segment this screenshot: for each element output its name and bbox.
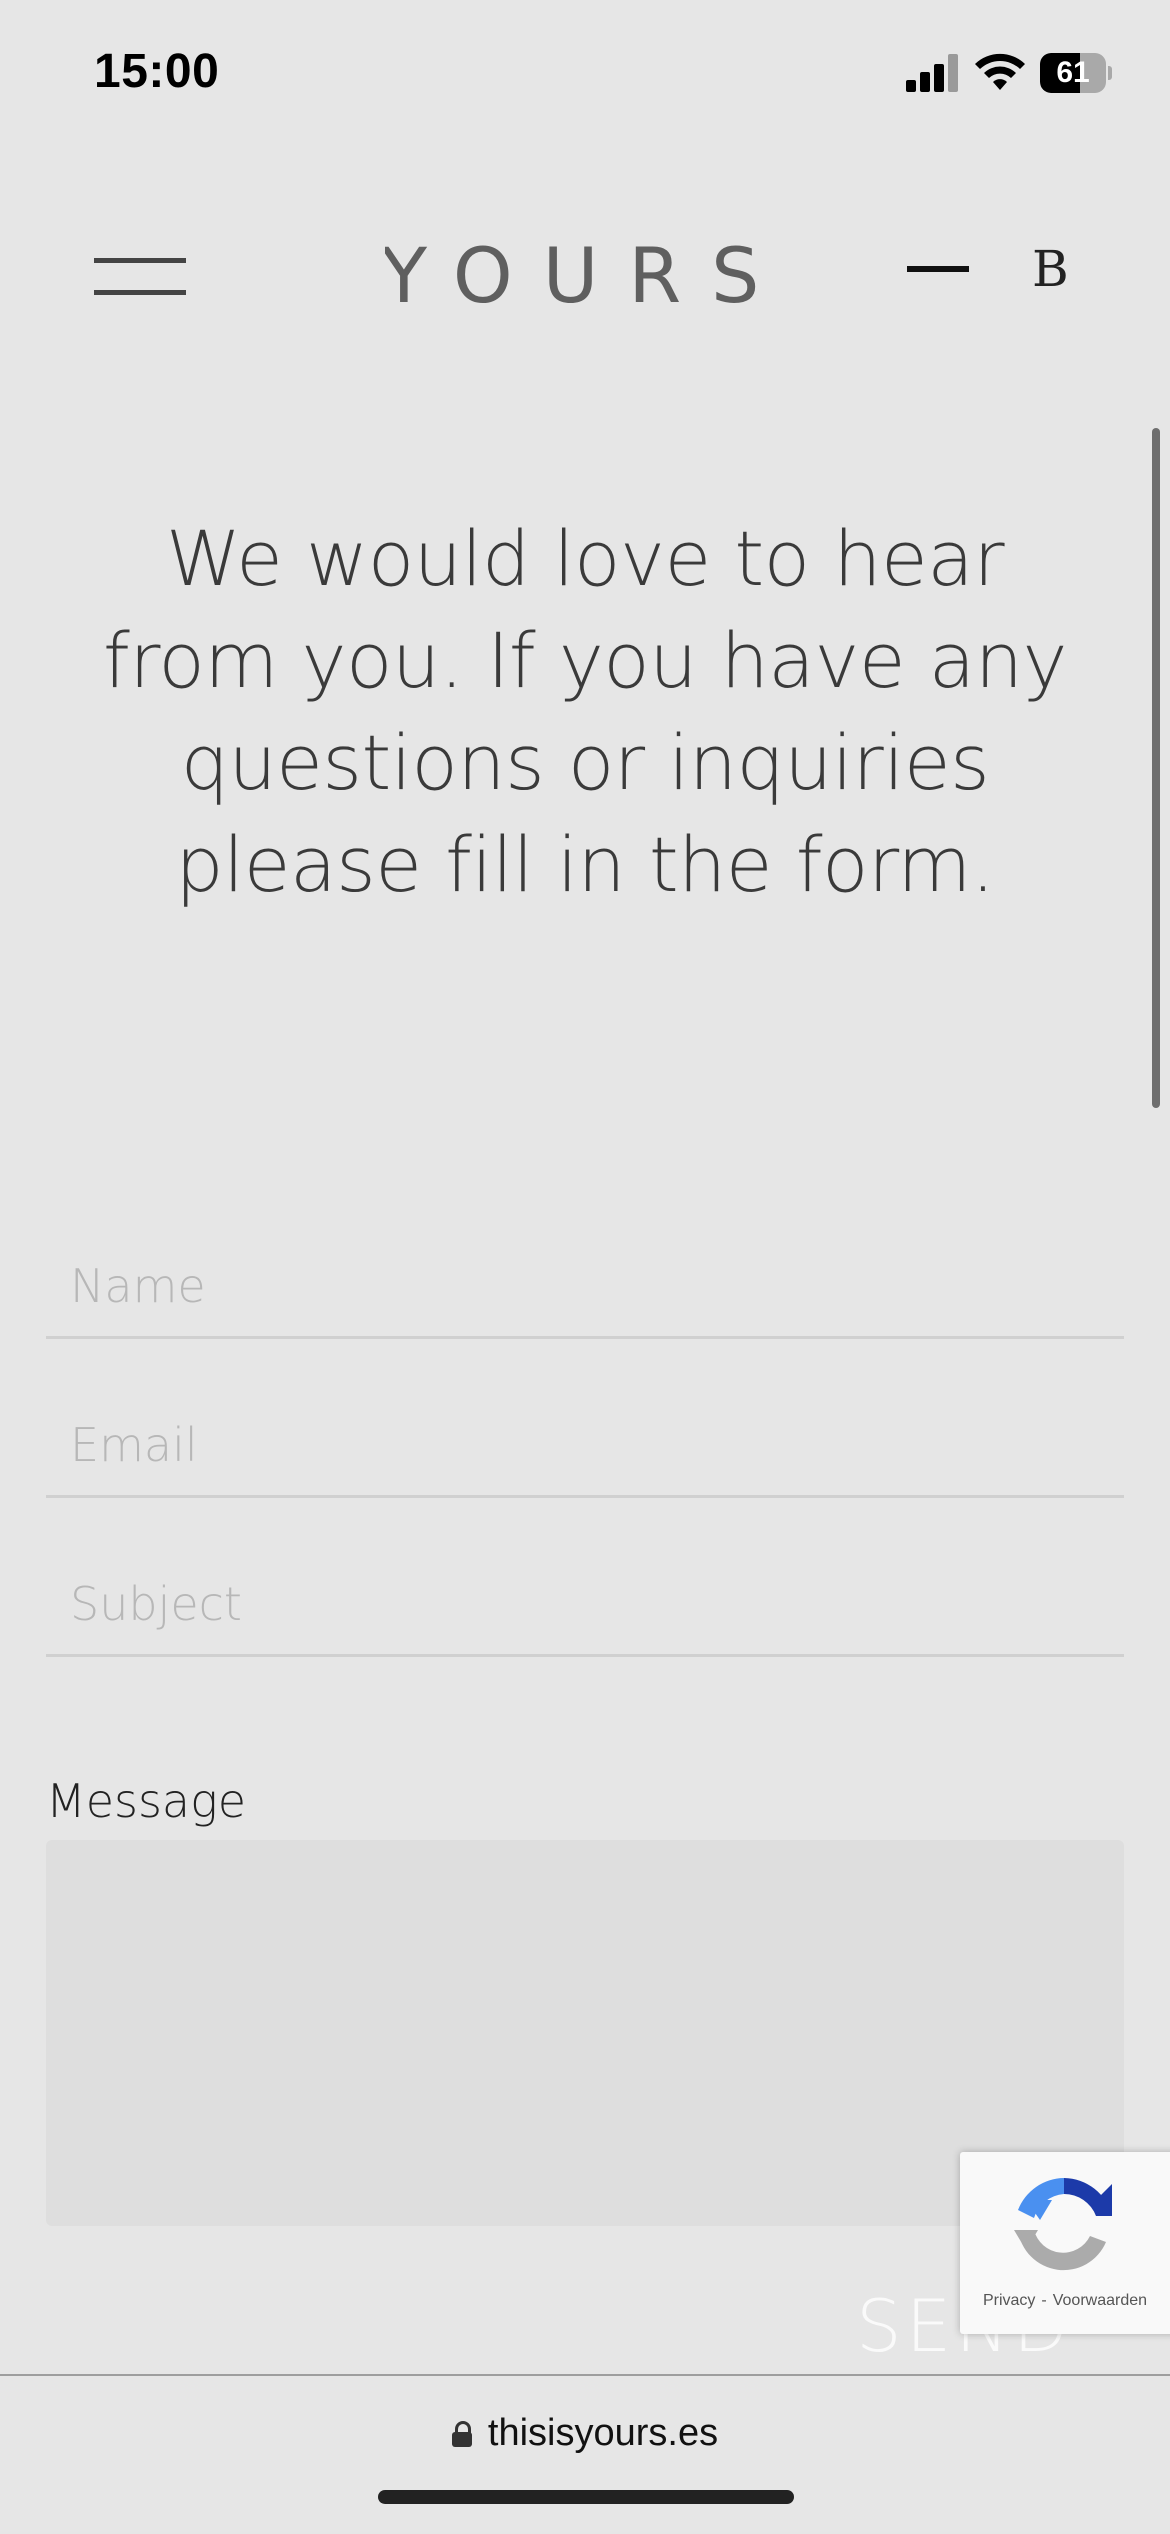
recaptcha-privacy-link[interactable]: Privacy [983, 2292, 1035, 2309]
address-field[interactable]: thisisyours.es [0, 2412, 1170, 2455]
home-indicator[interactable] [378, 2490, 794, 2504]
lock-icon [451, 2421, 472, 2447]
message-label: Message [46, 1774, 247, 1828]
language-dash-icon [907, 266, 969, 272]
url-domain: thisisyours.es [487, 2412, 719, 2454]
scrollbar[interactable] [1152, 428, 1160, 1108]
name-field-wrapper [46, 1236, 1124, 1339]
browser-url-bar: thisisyours.es [0, 2374, 1170, 2534]
recaptcha-separator: - [1041, 2292, 1047, 2309]
name-field[interactable] [46, 1236, 1124, 1336]
status-time: 15:00 [94, 45, 220, 98]
email-field[interactable] [46, 1395, 1124, 1495]
battery-icon: 61 [1040, 53, 1112, 93]
recaptcha-icon [1014, 2178, 1112, 2271]
status-bar: 15:00 61 [0, 0, 1170, 140]
logo-text: YOURS [385, 232, 785, 312]
language-switch[interactable]: B [1032, 240, 1069, 298]
email-field-wrapper [46, 1395, 1124, 1498]
contact-intro-text: We would love to hear from you. If you h… [103, 514, 1067, 909]
subject-field[interactable] [46, 1554, 1124, 1654]
recaptcha-links: Privacy - Voorwaarden [960, 2292, 1170, 2310]
cellular-signal-icon [906, 54, 960, 92]
recaptcha-terms-link[interactable]: Voorwaarden [1053, 2292, 1147, 2309]
battery-level: 61 [1056, 56, 1090, 89]
site-logo[interactable]: YOURS [385, 232, 785, 312]
subject-field-wrapper [46, 1554, 1124, 1657]
menu-icon[interactable] [94, 252, 186, 300]
recaptcha-badge[interactable]: Privacy - Voorwaarden [960, 2152, 1170, 2334]
wifi-icon [975, 53, 1025, 90]
